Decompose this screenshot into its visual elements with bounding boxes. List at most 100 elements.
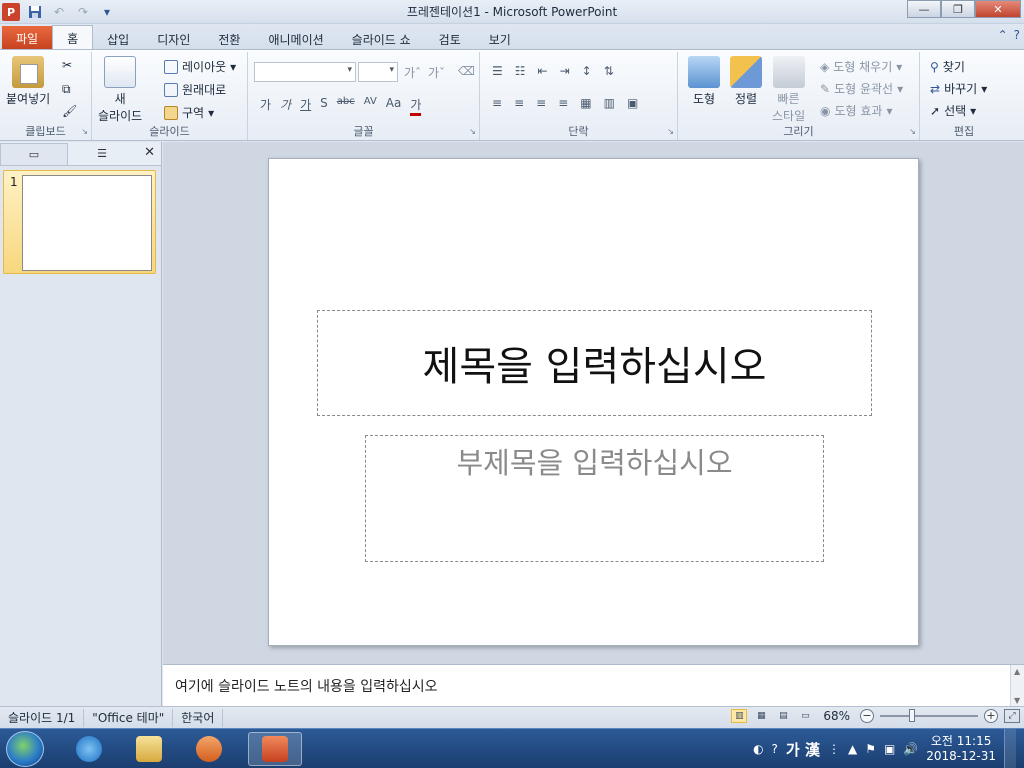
layout-button[interactable]: 레이아웃 ▾ [164, 58, 236, 75]
slide-thumbnail-selected[interactable]: 1 [3, 170, 156, 274]
zoom-level[interactable]: 68% [819, 709, 854, 723]
slide-sorter-icon[interactable]: ▦ [753, 709, 769, 723]
reset-button[interactable]: 원래대로 [164, 81, 226, 98]
font-family-combo[interactable] [254, 62, 356, 82]
text-direction-icon[interactable]: ⇅ [604, 64, 614, 78]
tab-transitions[interactable]: 전환 [204, 28, 254, 50]
close-pane-icon[interactable]: ✕ [144, 145, 155, 160]
close-button[interactable]: ✕ [975, 0, 1021, 18]
distribute-icon[interactable]: ▦ [580, 96, 591, 110]
underline-icon[interactable]: 가 [300, 96, 311, 116]
notes-pane[interactable]: 여기에 슬라이드 노트의 내용을 입력하십시오 ▲ ▼ [163, 664, 1024, 707]
tab-animations[interactable]: 애니메이션 [254, 28, 337, 50]
clear-formatting-icon[interactable]: ⌫ [458, 64, 475, 78]
tab-slideshow[interactable]: 슬라이드 쇼 [338, 28, 425, 50]
normal-view-icon[interactable]: ▥ [731, 709, 748, 723]
drawing-launcher-icon[interactable]: ↘ [909, 127, 916, 136]
reading-view-icon[interactable]: ▤ [775, 709, 791, 723]
slide-thumbnail[interactable] [22, 175, 152, 271]
action-center-flag-icon[interactable]: ⚑ [865, 742, 876, 756]
find-button[interactable]: ⚲ 찾기 [930, 58, 965, 75]
ime-mode[interactable]: 가 漢 [786, 739, 820, 760]
shadow-icon[interactable]: S [320, 96, 328, 116]
network-icon[interactable]: ▣ [884, 742, 895, 756]
bullets-icon[interactable]: ☰ [492, 64, 503, 78]
smartart-icon[interactable]: ▣ [627, 96, 638, 110]
grow-font-icon[interactable]: 가ˆ [404, 64, 421, 81]
language-bar-icon[interactable]: ◐ [753, 742, 763, 756]
scroll-up-icon[interactable]: ▲ [1014, 667, 1020, 676]
notes-scrollbar[interactable]: ▲ ▼ [1010, 665, 1024, 707]
decrease-indent-icon[interactable]: ⇤ [538, 64, 548, 78]
bold-icon[interactable]: 가 [260, 96, 271, 116]
theme-status[interactable]: "Office 테마" [84, 708, 174, 727]
paste-button[interactable]: 붙여넣기 [6, 56, 50, 107]
tab-file[interactable]: 파일 [2, 26, 53, 50]
increase-indent-icon[interactable]: ⇥ [560, 64, 570, 78]
arrange-button[interactable]: 정렬 [730, 56, 762, 107]
volume-icon[interactable]: 🔊 [903, 742, 918, 756]
internet-explorer-icon[interactable] [62, 732, 116, 766]
format-painter-icon[interactable]: 🖌 [62, 104, 77, 118]
shrink-font-icon[interactable]: 가ˇ [428, 64, 445, 81]
tab-design[interactable]: 디자인 [143, 28, 204, 50]
title-placeholder[interactable]: 제목을 입력하십시오 [317, 310, 872, 416]
maximize-button[interactable]: ❐ [941, 0, 975, 18]
tab-home[interactable]: 홈 [52, 25, 94, 50]
ime-options-icon[interactable]: ⋮ [828, 742, 840, 756]
language-status[interactable]: 한국어 [173, 708, 224, 727]
font-launcher-icon[interactable]: ↘ [469, 127, 476, 136]
font-size-combo[interactable] [358, 62, 398, 82]
tab-view[interactable]: 보기 [475, 28, 525, 50]
columns-icon[interactable]: ▥ [604, 96, 615, 110]
cut-icon[interactable]: ✂ [62, 58, 72, 72]
show-hidden-icons-icon[interactable]: ▲ [848, 742, 857, 756]
ime-help-icon[interactable]: ? [772, 742, 778, 756]
justify-icon[interactable]: ≡ [558, 96, 568, 110]
shape-outline-button[interactable]: ✎ 도형 윤곽선 ▾ [820, 80, 903, 97]
zoom-slider[interactable] [880, 709, 978, 722]
new-slide-button[interactable]: 새 슬라이드 [98, 56, 142, 124]
replace-button[interactable]: ⇄ 바꾸기 ▾ [930, 80, 987, 97]
media-player-icon[interactable] [182, 732, 236, 766]
font-color-icon[interactable]: 가 [410, 96, 422, 116]
align-center-icon[interactable]: ≡ [514, 96, 524, 110]
powerpoint-taskbar-icon[interactable] [248, 732, 302, 766]
shapes-button[interactable]: 도형 [688, 56, 720, 107]
tab-outline[interactable]: ☰ [68, 143, 136, 165]
file-explorer-icon[interactable] [122, 732, 176, 766]
tab-slides-thumbnails[interactable]: ▭ [0, 142, 68, 165]
strikethrough-icon[interactable]: abc [337, 96, 355, 116]
char-spacing-icon[interactable]: AV [364, 96, 377, 116]
copy-icon[interactable]: ⧉ [62, 82, 71, 97]
change-case-icon[interactable]: Aa [386, 96, 402, 116]
show-desktop-button[interactable] [1004, 729, 1016, 768]
align-left-icon[interactable]: ≡ [492, 96, 502, 110]
shape-effects-button[interactable]: ◉ 도형 효과 ▾ [820, 102, 893, 119]
start-button[interactable] [6, 731, 44, 767]
minimize-button[interactable]: — [907, 0, 941, 18]
slideshow-view-icon[interactable]: ▭ [797, 709, 813, 723]
line-spacing-icon[interactable]: ↕ [582, 64, 592, 78]
help-icon[interactable]: ? [1014, 28, 1020, 42]
minimize-ribbon-icon[interactable]: ⌃ [998, 28, 1008, 42]
clipboard-launcher-icon[interactable]: ↘ [81, 127, 88, 136]
italic-icon[interactable]: 가 [280, 96, 291, 116]
section-button[interactable]: 구역 ▾ [164, 104, 214, 121]
fit-to-window-icon[interactable]: ⤢ [1004, 709, 1020, 723]
numbering-icon[interactable]: ☷ [515, 64, 526, 78]
select-button[interactable]: ➚ 선택 ▾ [930, 102, 976, 119]
tab-review[interactable]: 검토 [425, 28, 475, 50]
paragraph-launcher-icon[interactable]: ↘ [667, 127, 674, 136]
clock[interactable]: 오전 11:15 2018-12-31 [926, 734, 996, 764]
align-right-icon[interactable]: ≡ [536, 96, 546, 110]
zoom-in-icon[interactable]: + [984, 709, 998, 723]
slide-canvas[interactable]: 제목을 입력하십시오 부제목을 입력하십시오 [268, 158, 919, 646]
scroll-down-icon[interactable]: ▼ [1014, 696, 1020, 705]
subtitle-placeholder[interactable]: 부제목을 입력하십시오 [365, 435, 824, 562]
zoom-slider-thumb[interactable] [909, 709, 915, 722]
tab-insert[interactable]: 삽입 [93, 28, 143, 50]
zoom-out-icon[interactable]: − [860, 709, 874, 723]
shape-fill-button[interactable]: ◈ 도형 채우기 ▾ [820, 58, 902, 75]
quick-styles-button[interactable]: 빠른 스타일 [772, 56, 805, 124]
